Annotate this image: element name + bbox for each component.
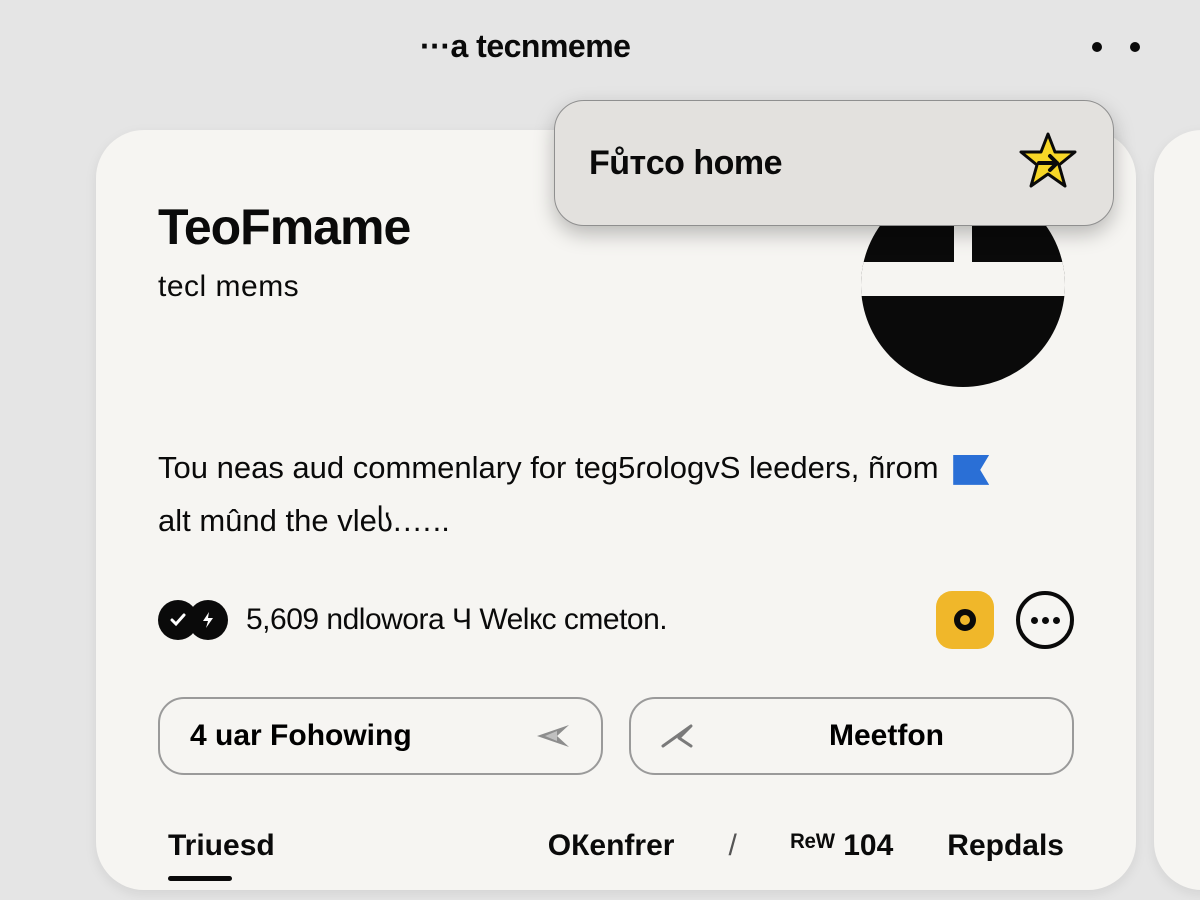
tab-posts[interactable]: Triuesd <box>168 829 275 863</box>
flag-icon <box>953 455 989 485</box>
send-icon <box>661 722 695 750</box>
bolt-badge-icon <box>188 600 228 640</box>
dot-icon <box>1130 42 1140 52</box>
bio-line2: alt mûnd the vleს.….. <box>158 503 450 538</box>
tab-replies[interactable]: Repdals <box>947 829 1064 863</box>
following-button[interactable]: 4 uar Fohowing <box>158 697 603 775</box>
dot-icon <box>1092 42 1102 52</box>
page-header: ···a tecnmeme <box>0 28 1200 65</box>
tab-meta: ᴿᵉᵂ 104 <box>791 829 893 863</box>
adjacent-card-peek[interactable] <box>1154 130 1200 890</box>
profile-card: TeoFmame tecl mems Tou neas aud commenla… <box>96 130 1136 890</box>
dot-icon <box>1031 617 1038 624</box>
followers-text: 5,609 ndlowora Ч Welкc cmеton. <box>246 603 667 637</box>
header-dots[interactable] <box>1092 42 1140 52</box>
stat-badges <box>158 600 228 640</box>
action-row: 4 uar Fohowing Meetfon <box>158 697 1074 775</box>
star-badge-icon <box>1017 132 1079 194</box>
stats-row: 5,609 ndlowora Ч Welкc cmеton. <box>158 591 1074 649</box>
more-button[interactable] <box>1016 591 1074 649</box>
circle-icon <box>954 609 976 631</box>
breadcrumb: ···a tecnmeme <box>420 28 630 65</box>
handle: tecl mems <box>158 270 828 304</box>
home-overlay[interactable]: Fůтco home <box>554 100 1114 226</box>
dot-icon <box>1042 617 1049 624</box>
tab-bar: Triuesd OКenfrer / ᴿᵉᵂ 104 Repdals <box>158 829 1074 863</box>
dot-icon <box>1053 617 1060 624</box>
mention-button[interactable]: Meetfon <box>629 697 1074 775</box>
mention-label: Meetfon <box>829 719 944 753</box>
tab-separator: / <box>728 829 736 863</box>
breadcrumb-text: ···a tecnmeme <box>420 28 630 65</box>
bio: Tou neas aud commenlary for teg5ɾologvS … <box>158 442 1038 547</box>
profile-header-row: TeoFmame tecl mems <box>158 198 1074 390</box>
overlay-label: Fůтco home <box>589 144 782 183</box>
following-label: 4 uar Fohowing <box>190 719 412 753</box>
highlight-button[interactable] <box>936 591 994 649</box>
tab-offers[interactable]: OКenfrer <box>548 829 675 863</box>
bio-line1: Tou neas aud commenlary for teg5ɾologvS … <box>158 450 939 485</box>
bird-icon <box>535 721 571 751</box>
